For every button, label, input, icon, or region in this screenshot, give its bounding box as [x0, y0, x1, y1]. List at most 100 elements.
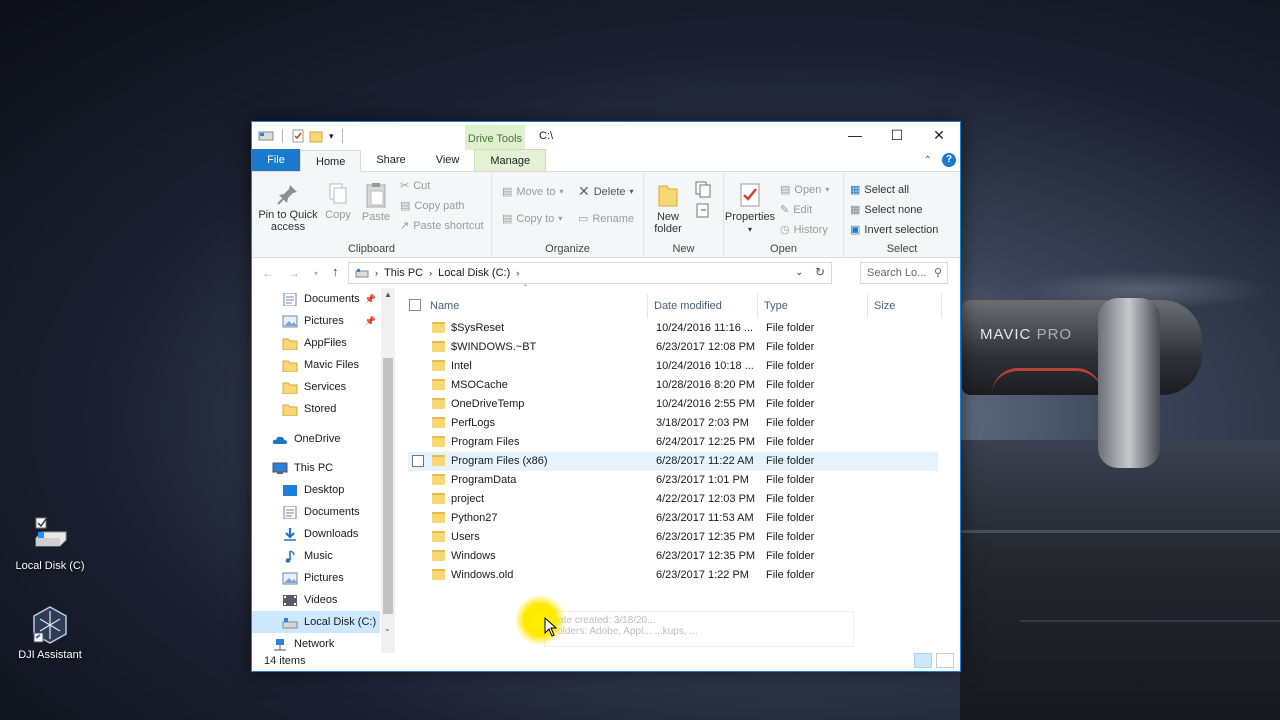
search-input[interactable]: Search Lo... ⚲	[860, 262, 948, 284]
nav-item-onedrive[interactable]: OneDrive	[252, 428, 380, 450]
rename-button[interactable]: ▭ Rename	[578, 212, 634, 226]
properties-button[interactable]: Properties ▾	[724, 182, 776, 236]
nav-item-appfiles[interactable]: AppFiles	[252, 332, 380, 354]
edit-button[interactable]: ✎ Edit	[780, 203, 812, 217]
copy-icon	[329, 183, 347, 204]
details-view-icon[interactable]	[914, 653, 932, 668]
table-row[interactable]: PerfLogs 3/18/2017 2:03 PM File folder	[408, 414, 938, 433]
table-row[interactable]: $SysReset 10/24/2016 11:16 ... File folder	[408, 319, 938, 338]
nav-item-mavic-files[interactable]: Mavic Files	[252, 354, 380, 376]
wallpaper-brand: MAVIC PRO	[980, 326, 1073, 343]
pin-icon	[277, 185, 297, 205]
select-all-button[interactable]: ▦ Select all	[850, 183, 909, 197]
breadcrumb-separator-icon: ›	[375, 268, 378, 278]
tab-manage[interactable]: Manage	[474, 149, 547, 171]
move-to-button[interactable]: ▤ Move to ▾	[502, 185, 564, 199]
maximize-button[interactable]: ☐	[876, 122, 918, 148]
music-icon	[285, 549, 295, 563]
nav-item-music[interactable]: Music	[252, 545, 380, 567]
tab-share[interactable]: Share	[361, 149, 420, 171]
delete-button[interactable]: ✕ Delete ▾	[578, 183, 634, 200]
forward-arrow-icon[interactable]: →	[288, 266, 300, 280]
nav-item-network[interactable]: Network	[252, 633, 380, 653]
column-header-name[interactable]: Name	[424, 294, 648, 318]
select-group: ▦ Select all ▦ Select none ▣ Invert selecti…	[844, 172, 960, 258]
nav-item-downloads[interactable]: Downloads	[252, 523, 380, 545]
copy-button[interactable]: Copy	[322, 182, 354, 221]
new-folder-button[interactable]: New folder	[648, 182, 688, 235]
invert-selection-button[interactable]: ▣ Invert selection	[850, 223, 938, 237]
copy-to-icon: ▤	[502, 213, 513, 225]
column-header-type[interactable]: Type	[758, 294, 868, 318]
table-row[interactable]: Users 6/23/2017 12:35 PM File folder	[408, 528, 938, 547]
table-row[interactable]: OneDriveTemp 10/24/2016 2:55 PM File folde…	[408, 395, 938, 414]
desktop-icon-local-disk[interactable]: Local Disk (C)	[12, 516, 88, 572]
close-button[interactable]: ✕	[918, 122, 960, 148]
nav-item-stored[interactable]: Stored	[252, 398, 380, 420]
scroll-down-icon[interactable]: ⌄	[384, 624, 391, 633]
desktop-icon-label: DJI Assistant	[18, 649, 82, 661]
table-row-hovered[interactable]: Program Files (x86) 6/28/2017 11:22 AM Fil…	[408, 452, 938, 471]
pin-quick-access-button[interactable]: Pin to Quick access	[256, 182, 320, 233]
tab-view[interactable]: View	[421, 149, 475, 171]
large-icons-view-icon[interactable]	[936, 653, 954, 668]
table-row[interactable]: Windows.old 6/23/2017 1:22 PM File folder	[408, 566, 938, 585]
table-row[interactable]: Intel 10/24/2016 10:18 ... File folder	[408, 357, 938, 376]
copy-to-button[interactable]: ▤ Copy to ▾	[502, 212, 562, 226]
column-header-date[interactable]: Date modified	[648, 294, 758, 318]
nav-item-desktop[interactable]: Desktop	[252, 479, 380, 501]
tab-file[interactable]: File	[252, 149, 300, 171]
search-icon: ⚲	[933, 267, 942, 279]
table-row[interactable]: Windows 6/23/2017 12:35 PM File folder	[408, 547, 938, 566]
collapse-ribbon-icon[interactable]: ⌃	[924, 155, 932, 166]
nav-item-pictures[interactable]: Pictures	[252, 567, 380, 589]
scrollbar-thumb[interactable]	[383, 358, 393, 614]
table-row[interactable]: $WINDOWS.~BT 6/23/2017 12:08 PM File folde…	[408, 338, 938, 357]
copy-path-button[interactable]: ▤ Copy path	[400, 199, 465, 213]
select-all-checkbox[interactable]	[409, 299, 421, 311]
recent-locations-icon[interactable]: ▾	[314, 269, 318, 278]
refresh-icon[interactable]: ↻	[815, 265, 825, 279]
address-bar[interactable]: › This PC › Local Disk (C:) › ⌄ ↻	[348, 262, 832, 284]
nav-item-videos[interactable]: Videos	[252, 589, 380, 611]
title-bar[interactable]: ▾ Drive Tools C:\ — ☐ ✕	[252, 122, 960, 150]
file-explorer-window: ▾ Drive Tools C:\ — ☐ ✕ File Home Share …	[251, 121, 961, 672]
tab-home[interactable]: Home	[300, 150, 362, 172]
nav-item-services[interactable]: Services	[252, 376, 380, 398]
back-arrow-icon[interactable]: ←	[262, 266, 274, 280]
breadcrumb-local-disk[interactable]: Local Disk (C:)	[438, 267, 510, 279]
folder-icon	[282, 360, 298, 372]
open-button[interactable]: ▤ Open ▾	[780, 183, 829, 197]
nav-item-pictures-pinned[interactable]: Pictures 📌	[252, 310, 380, 332]
history-button[interactable]: ◷ History	[780, 223, 828, 237]
table-row[interactable]: project 4/22/2017 12:03 PM File folder	[408, 490, 938, 509]
nav-item-documents[interactable]: Documents	[252, 501, 380, 523]
paste-shortcut-button[interactable]: ↗ Paste shortcut	[400, 219, 484, 233]
select-none-button[interactable]: ▦ Select none	[850, 203, 923, 217]
easy-access-icon[interactable]	[694, 202, 716, 220]
table-row[interactable]: MSOCache 10/28/2016 8:20 PM File folder	[408, 376, 938, 395]
group-label: Open	[770, 243, 797, 255]
minimize-button[interactable]: —	[834, 122, 876, 148]
new-folder-qat-icon[interactable]	[309, 129, 323, 143]
up-arrow-icon[interactable]: ↑	[332, 264, 339, 279]
cut-button[interactable]: ✂ Cut	[400, 179, 430, 193]
row-checkbox[interactable]	[412, 455, 424, 467]
scroll-up-icon[interactable]: ▲	[384, 290, 392, 299]
properties-qat-icon[interactable]	[291, 129, 305, 143]
address-history-icon[interactable]: ⌄	[795, 267, 803, 278]
nav-item-this-pc[interactable]: This PC	[252, 457, 380, 479]
table-row[interactable]: Python27 6/23/2017 11:53 AM File folder	[408, 509, 938, 528]
customize-qat-icon[interactable]: ▾	[329, 131, 334, 142]
table-row[interactable]: ProgramData 6/23/2017 1:01 PM File folder	[408, 471, 938, 490]
breadcrumb-this-pc[interactable]: This PC	[384, 267, 423, 279]
table-row[interactable]: Program Files 6/24/2017 12:25 PM File fold…	[408, 433, 938, 452]
help-icon[interactable]: ?	[942, 153, 956, 167]
navigation-scrollbar[interactable]: ▲ ⌄	[381, 288, 395, 653]
paste-button[interactable]: Paste	[360, 182, 392, 223]
new-item-icon[interactable]	[694, 180, 716, 198]
nav-item-documents-pinned[interactable]: Documents 📌	[252, 288, 380, 310]
column-header-size[interactable]: Size	[868, 294, 942, 318]
nav-item-local-disk[interactable]: Local Disk (C:)	[252, 611, 380, 633]
desktop-icon-dji-assistant[interactable]: DJI Assistant	[12, 605, 88, 661]
